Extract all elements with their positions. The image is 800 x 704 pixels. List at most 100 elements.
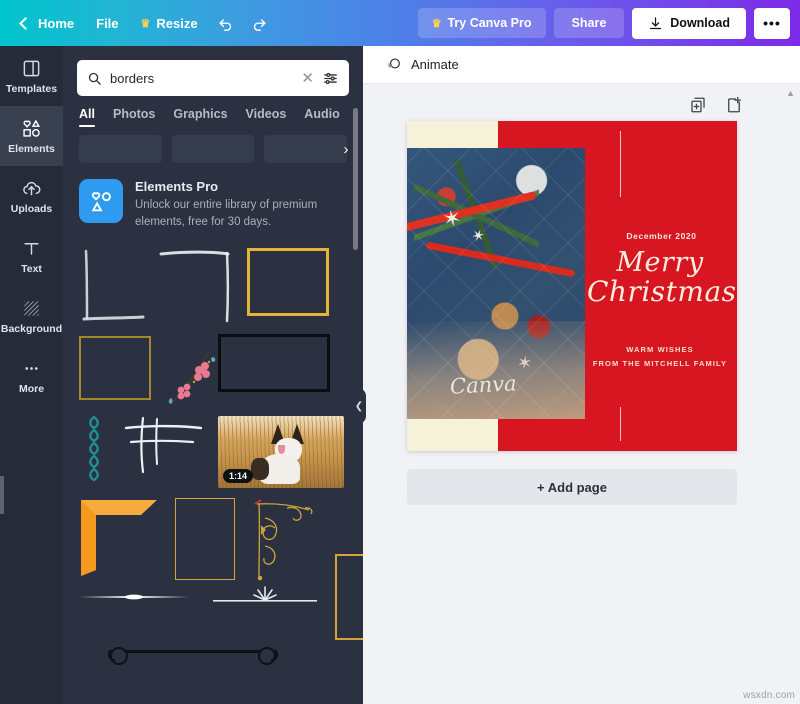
sliders-icon[interactable] (322, 70, 339, 87)
filter-chip[interactable] (79, 135, 162, 163)
sidebar-item-label: Elements (8, 143, 55, 155)
element-thumbnail-cross-hatch[interactable] (123, 416, 205, 476)
brush-corner-graphic (159, 250, 230, 323)
redo-button[interactable] (243, 8, 277, 38)
video-duration-badge: 1:14 (223, 469, 254, 484)
download-button[interactable]: Download (632, 7, 746, 39)
elements-pro-icon (79, 179, 123, 223)
try-canva-pro-button[interactable]: ♛ Try Canva Pro (417, 8, 546, 38)
tab-all[interactable]: All (79, 107, 95, 127)
sidebar-item-label: Uploads (10, 203, 53, 215)
undo-icon (219, 18, 232, 31)
duplicate-page-icon[interactable] (689, 96, 707, 114)
element-thumbnail-ornate-corner[interactable] (253, 498, 317, 582)
close-icon[interactable]: ✕ (301, 71, 314, 86)
filter-chip[interactable] (171, 135, 255, 163)
download-icon (650, 16, 662, 29)
resize-label: Resize (156, 15, 198, 31)
sidebar-item-elements[interactable]: Elements (0, 106, 63, 166)
promo-text: Elements Pro Unlock our entire library o… (135, 179, 347, 230)
sidebar-item-more[interactable]: More (0, 346, 63, 406)
element-thumbnail-black-frame[interactable] (218, 334, 330, 393)
sidebar-item-uploads[interactable]: Uploads (0, 166, 63, 226)
panel-tabs: All Photos Graphics Videos Audio (63, 96, 363, 127)
home-button[interactable]: Home (10, 9, 85, 38)
canva-editor-window: Home File ♛ Resize ♛ Try Canva Pro Share… (0, 0, 800, 704)
sidebar-item-text[interactable]: Text (0, 226, 63, 286)
sidebar-item-background[interactable]: Background (0, 286, 63, 346)
crosshatch-graphic (124, 417, 203, 474)
promo-title: Elements Pro (135, 179, 219, 194)
crown-icon: ♛ (431, 17, 442, 30)
search-bar[interactable]: ✕ (77, 60, 349, 96)
sidebar-item-label: Templates (5, 83, 58, 95)
cream-band-top (407, 121, 498, 148)
animate-label: Animate (411, 57, 459, 72)
search-container: ✕ (63, 46, 363, 96)
chevron-left-icon: ❮ (354, 400, 364, 412)
animate-button[interactable]: Animate (377, 52, 467, 77)
element-thumbnail-thin-gold-frame[interactable] (175, 498, 235, 581)
sidebar-item-label: Background (0, 323, 63, 335)
panel-scrollbar-thumb[interactable] (353, 108, 358, 250)
tab-audio[interactable]: Audio (304, 107, 339, 127)
design-headline[interactable]: Merry Christmas! (587, 247, 737, 306)
left-sidebar: Templates Elements Uploads Text Backgrou… (0, 46, 63, 704)
design-canvas-page[interactable]: ✶ ✶ ✶ Canva December 2020 Merry Christma… (407, 121, 737, 451)
crown-icon: ♛ (140, 17, 151, 30)
more-dots-icon: ••• (763, 15, 781, 31)
element-thumbnail-video-dog[interactable]: 1:14 (218, 416, 344, 489)
undo-button[interactable] (209, 8, 243, 38)
element-thumbnail-gold-portrait-frame[interactable] (335, 554, 363, 641)
element-thumbnail-fan-divider[interactable] (213, 582, 317, 610)
redo-icon (253, 18, 266, 31)
caret-up-icon[interactable]: ▲ (786, 88, 795, 98)
dog-body (250, 458, 269, 481)
tab-graphics[interactable]: Graphics (173, 107, 227, 127)
sidebar-item-templates[interactable]: Templates (0, 46, 63, 106)
elements-pro-promo[interactable]: Elements Pro Unlock our entire library o… (63, 163, 363, 230)
background-icon (22, 297, 41, 319)
resize-button[interactable]: ♛ Resize (130, 9, 209, 38)
elements-icon (21, 117, 42, 139)
download-label: Download (670, 16, 730, 30)
element-thumbnail-olive-frame[interactable] (79, 336, 151, 401)
photo-grid-overlay (407, 148, 585, 419)
cream-band-bottom (407, 419, 498, 451)
element-thumbnail-gold-square-frame[interactable] (247, 248, 329, 317)
tab-photos[interactable]: Photos (113, 107, 155, 127)
wishes-line-2: FROM THE MITCHELL FAMILY (592, 359, 728, 369)
search-input[interactable] (110, 70, 294, 86)
fan-divider-graphic (213, 586, 317, 602)
element-thumbnail-ornate-bar[interactable] (103, 644, 283, 670)
tab-videos[interactable]: Videos (246, 107, 287, 127)
headline-line-1: Merry (616, 247, 704, 278)
element-thumbnail-light-divider[interactable] (79, 590, 189, 604)
top-toolbar-left: Home File ♛ Resize (0, 8, 277, 38)
upload-cloud-icon (21, 177, 42, 199)
animate-toolbar: Animate (363, 46, 800, 84)
design-wishes[interactable]: WARM WISHES FROM THE MITCHELL FAMILY (587, 343, 733, 372)
file-menu-button[interactable]: File (85, 9, 129, 38)
editor-area: Animate ▲ December 2020 Merry Christmas!… (363, 46, 800, 704)
chain-graphic (89, 415, 99, 482)
templates-icon (22, 57, 41, 79)
try-canva-pro-label: Try Canva Pro (447, 16, 532, 30)
element-thumbnail-teal-chain[interactable] (83, 414, 105, 486)
wishes-line-1: WARM WISHES (626, 345, 694, 354)
add-page-button[interactable]: + Add page (407, 469, 737, 505)
add-page-icon[interactable] (725, 96, 743, 114)
christmas-photo[interactable]: ✶ ✶ ✶ Canva (407, 148, 585, 419)
sidebar-item-label: Text (21, 263, 42, 275)
element-thumbnail-brush-corner-2[interactable] (159, 248, 239, 326)
collapse-panel-button[interactable]: ❮ (352, 388, 366, 424)
tab-label: Photos (112, 107, 156, 121)
more-options-button[interactable]: ••• (754, 7, 790, 39)
element-thumbnail-orange-corner[interactable] (79, 498, 161, 577)
search-icon (88, 72, 101, 85)
design-date[interactable]: December 2020 (592, 231, 731, 241)
tab-label: All (79, 107, 95, 121)
page-tools (689, 96, 743, 114)
share-button[interactable]: Share (553, 8, 625, 38)
element-thumbnail-brush-corner[interactable] (79, 248, 151, 326)
